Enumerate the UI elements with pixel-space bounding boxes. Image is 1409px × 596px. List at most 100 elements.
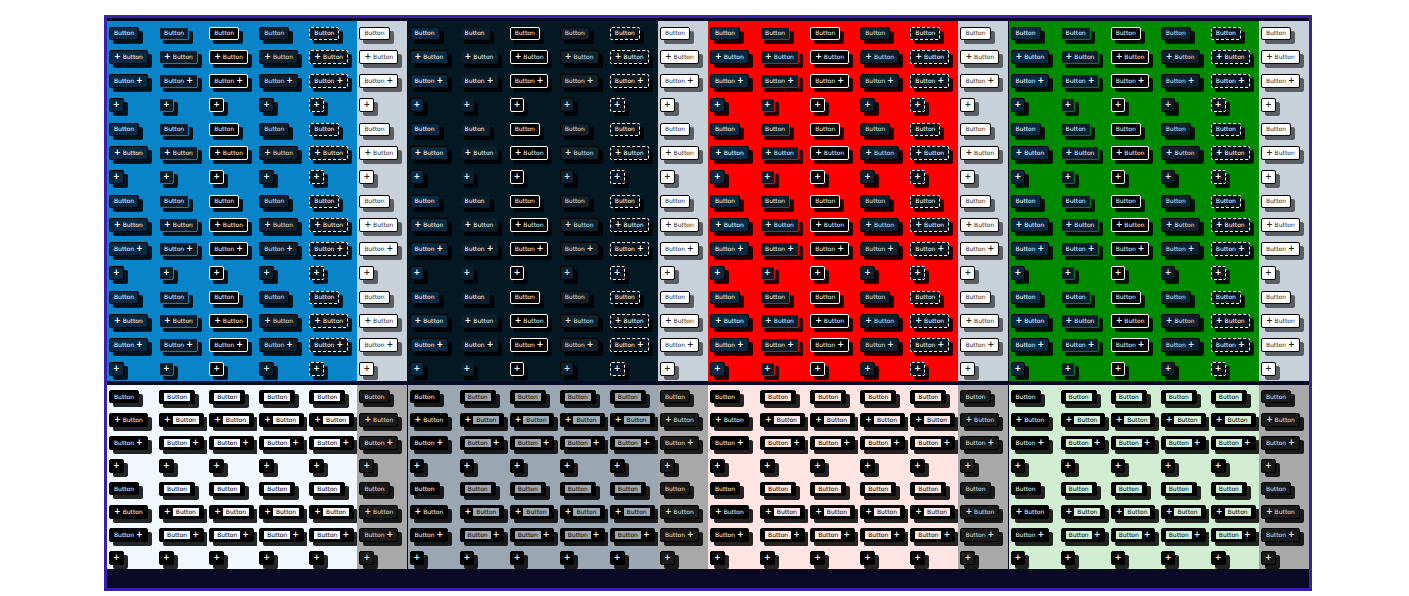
- variant-button[interactable]: +Button: [1111, 505, 1156, 519]
- variant-button[interactable]: +: [1011, 98, 1026, 112]
- variant-button[interactable]: +Button: [109, 218, 148, 232]
- variant-button[interactable]: +: [460, 459, 475, 473]
- variant-button[interactable]: +: [610, 551, 625, 565]
- variant-button[interactable]: Button+: [1261, 436, 1300, 450]
- variant-button[interactable]: Button: [1211, 27, 1241, 40]
- variant-button[interactable]: +: [309, 170, 324, 184]
- variant-button[interactable]: +: [1161, 459, 1176, 473]
- variant-button[interactable]: +Button: [560, 218, 599, 232]
- variant-button[interactable]: +: [510, 170, 525, 184]
- variant-button[interactable]: +Button: [1011, 314, 1050, 328]
- variant-button[interactable]: Button: [1111, 291, 1141, 304]
- variant-button[interactable]: +: [159, 266, 174, 280]
- variant-button[interactable]: Button: [209, 291, 239, 304]
- variant-button[interactable]: Button+: [109, 436, 148, 450]
- variant-button[interactable]: +Button: [760, 413, 805, 427]
- variant-button[interactable]: +: [960, 98, 975, 112]
- variant-button[interactable]: Button: [209, 482, 245, 496]
- variant-button[interactable]: +Button: [760, 505, 805, 519]
- variant-button[interactable]: +: [860, 551, 875, 565]
- variant-button[interactable]: Button+: [460, 528, 505, 542]
- variant-button[interactable]: +: [610, 362, 625, 376]
- variant-button[interactable]: +: [1111, 266, 1126, 280]
- variant-button[interactable]: +Button: [259, 314, 298, 328]
- variant-button[interactable]: Button: [1061, 27, 1091, 40]
- variant-button[interactable]: Button+: [1061, 338, 1100, 352]
- variant-button[interactable]: Button: [810, 390, 846, 404]
- variant-button[interactable]: +: [760, 98, 775, 112]
- variant-button[interactable]: +Button: [460, 50, 499, 64]
- variant-button[interactable]: +Button: [660, 314, 699, 328]
- variant-button[interactable]: Button+: [359, 74, 398, 88]
- variant-button[interactable]: Button+: [560, 528, 605, 542]
- variant-button[interactable]: +: [1161, 266, 1176, 280]
- variant-button[interactable]: Button: [510, 195, 540, 208]
- variant-button[interactable]: +: [710, 362, 725, 376]
- variant-button[interactable]: Button: [1061, 291, 1091, 304]
- variant-button[interactable]: Button: [309, 291, 339, 304]
- variant-button[interactable]: Button: [910, 195, 940, 208]
- variant-button[interactable]: Button+: [510, 242, 549, 256]
- variant-button[interactable]: Button: [760, 390, 796, 404]
- variant-button[interactable]: Button: [309, 390, 345, 404]
- variant-button[interactable]: Button: [309, 482, 345, 496]
- variant-button[interactable]: +Button: [1261, 146, 1300, 160]
- variant-button[interactable]: Button: [660, 123, 690, 136]
- variant-button[interactable]: +: [960, 362, 975, 376]
- variant-button[interactable]: +Button: [660, 413, 699, 427]
- variant-button[interactable]: +Button: [860, 505, 905, 519]
- variant-button[interactable]: Button: [1261, 27, 1291, 40]
- variant-button[interactable]: Button: [109, 27, 139, 40]
- variant-button[interactable]: +Button: [1111, 314, 1150, 328]
- variant-button[interactable]: Button: [960, 390, 990, 403]
- variant-button[interactable]: +: [860, 459, 875, 473]
- variant-button[interactable]: Button: [610, 390, 646, 404]
- variant-button[interactable]: Button+: [560, 242, 599, 256]
- variant-button[interactable]: +: [309, 551, 324, 565]
- variant-button[interactable]: +: [1111, 98, 1126, 112]
- variant-button[interactable]: +: [660, 98, 675, 112]
- variant-button[interactable]: +Button: [410, 146, 449, 160]
- variant-button[interactable]: +: [359, 362, 374, 376]
- variant-button[interactable]: +: [910, 266, 925, 280]
- variant-button[interactable]: Button: [1161, 390, 1197, 404]
- variant-button[interactable]: Button+: [760, 528, 805, 542]
- variant-button[interactable]: Button+: [159, 242, 198, 256]
- variant-button[interactable]: Button+: [359, 242, 398, 256]
- variant-button[interactable]: Button+: [710, 338, 749, 352]
- variant-button[interactable]: Button: [560, 291, 590, 304]
- variant-button[interactable]: Button+: [760, 436, 805, 450]
- variant-button[interactable]: +Button: [1161, 50, 1200, 64]
- variant-button[interactable]: +Button: [810, 218, 849, 232]
- variant-button[interactable]: Button+: [610, 242, 649, 256]
- variant-button[interactable]: +Button: [1011, 218, 1050, 232]
- variant-button[interactable]: Button+: [109, 338, 148, 352]
- variant-button[interactable]: +Button: [109, 50, 148, 64]
- variant-button[interactable]: Button: [460, 195, 490, 208]
- variant-button[interactable]: +: [510, 459, 525, 473]
- variant-button[interactable]: +Button: [510, 50, 549, 64]
- variant-button[interactable]: +: [560, 170, 575, 184]
- variant-button[interactable]: +: [910, 459, 925, 473]
- variant-button[interactable]: +Button: [660, 146, 699, 160]
- variant-button[interactable]: Button: [1111, 27, 1141, 40]
- variant-button[interactable]: +Button: [1111, 413, 1156, 427]
- variant-button[interactable]: +Button: [159, 505, 204, 519]
- variant-button[interactable]: Button+: [960, 74, 999, 88]
- variant-button[interactable]: +: [410, 551, 425, 565]
- variant-button[interactable]: Button: [460, 390, 496, 404]
- variant-button[interactable]: +: [810, 459, 825, 473]
- variant-button[interactable]: +Button: [510, 413, 555, 427]
- variant-button[interactable]: Button: [1061, 390, 1097, 404]
- variant-button[interactable]: +Button: [1211, 50, 1250, 64]
- variant-button[interactable]: +: [1261, 551, 1276, 565]
- variant-button[interactable]: Button: [259, 482, 295, 496]
- variant-button[interactable]: Button: [209, 390, 245, 404]
- variant-button[interactable]: Button+: [359, 338, 398, 352]
- variant-button[interactable]: Button: [159, 123, 189, 136]
- variant-button[interactable]: +: [860, 170, 875, 184]
- variant-button[interactable]: +Button: [410, 50, 449, 64]
- variant-button[interactable]: Button+: [610, 74, 649, 88]
- variant-button[interactable]: Button: [610, 27, 640, 40]
- variant-button[interactable]: Button: [710, 482, 740, 495]
